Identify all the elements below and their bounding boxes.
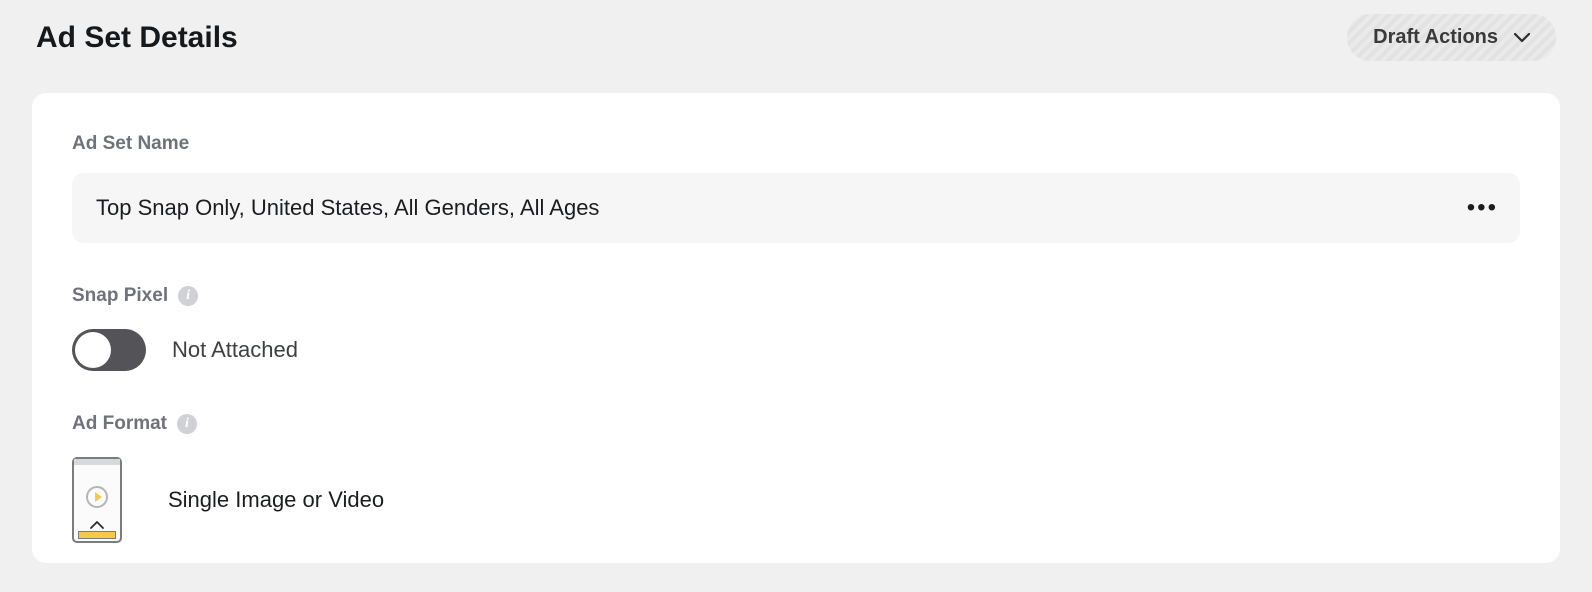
page-header: Ad Set Details Draft Actions	[0, 0, 1592, 75]
draft-actions-button[interactable]: Draft Actions	[1347, 14, 1556, 61]
ad-format-row: Single Image or Video	[72, 457, 1520, 543]
snap-pixel-label: Snap Pixel	[72, 285, 168, 307]
ad-set-card: Ad Set Name ••• Snap Pixel i Not Attache…	[32, 93, 1560, 563]
chevron-down-icon	[1514, 26, 1530, 49]
play-icon	[86, 486, 108, 508]
ad-format-thumbnail-icon	[72, 457, 122, 543]
ad-set-name-input[interactable]	[72, 173, 1520, 243]
snap-pixel-status: Not Attached	[172, 337, 298, 363]
snap-pixel-label-row: Snap Pixel i	[72, 285, 1520, 307]
ad-set-name-label-row: Ad Set Name	[72, 133, 1520, 155]
ad-format-label: Ad Format	[72, 413, 167, 435]
snap-pixel-toggle-row: Not Attached	[72, 329, 1520, 371]
chevron-up-icon	[90, 521, 104, 529]
toggle-knob	[75, 332, 111, 368]
ad-format-value: Single Image or Video	[168, 487, 384, 513]
ad-set-name-label: Ad Set Name	[72, 133, 189, 155]
snap-pixel-toggle[interactable]	[72, 329, 146, 371]
info-icon[interactable]: i	[178, 286, 198, 306]
info-icon[interactable]: i	[177, 414, 197, 434]
ad-set-name-field-wrap: •••	[72, 173, 1520, 243]
draft-actions-label: Draft Actions	[1373, 26, 1498, 49]
more-options-icon[interactable]: •••	[1467, 194, 1498, 222]
ad-format-label-row: Ad Format i	[72, 413, 1520, 435]
page-title: Ad Set Details	[36, 21, 238, 55]
